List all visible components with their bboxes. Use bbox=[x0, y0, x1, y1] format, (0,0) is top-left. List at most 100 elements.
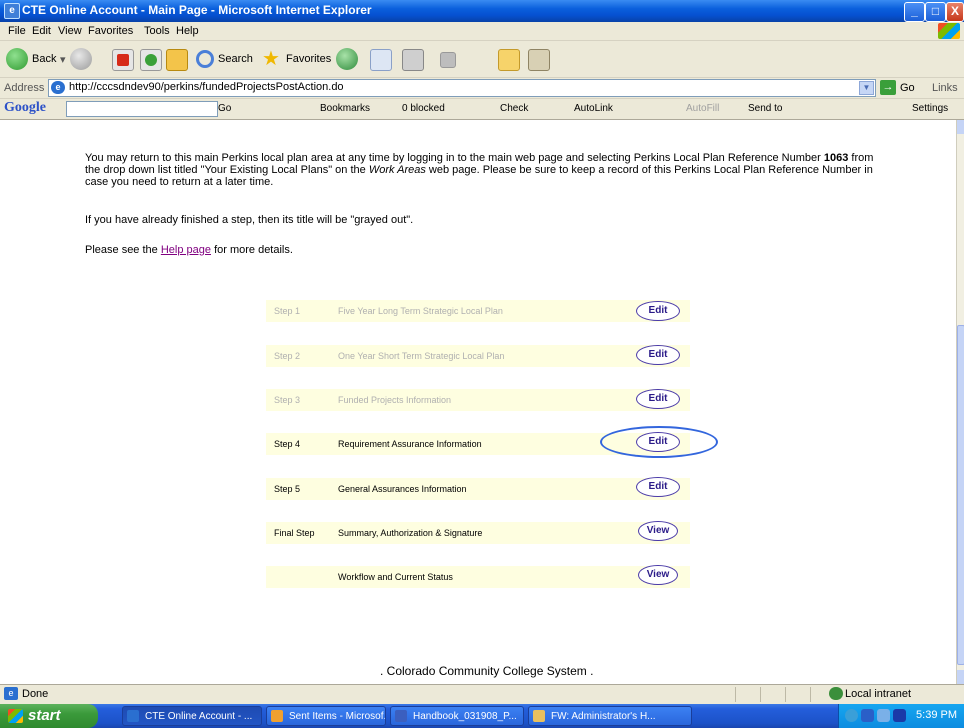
taskbar-item-word[interactable]: Handbook_031908_P... bbox=[390, 706, 524, 726]
status-divider bbox=[735, 687, 736, 702]
forward-icon[interactable] bbox=[70, 48, 92, 70]
step-number: Step 1 bbox=[274, 306, 301, 316]
google-go-button[interactable]: Go bbox=[218, 103, 231, 114]
print-icon[interactable] bbox=[402, 49, 424, 71]
step-title: Funded Projects Information bbox=[338, 395, 452, 405]
menu-view[interactable]: View bbox=[58, 25, 82, 37]
refresh-icon[interactable] bbox=[140, 49, 162, 71]
start-button[interactable]: start bbox=[0, 704, 98, 728]
title-bar: e CTE Online Account - Main Page - Micro… bbox=[0, 0, 964, 22]
final-step-view-button[interactable]: View bbox=[638, 521, 678, 541]
google-toolbar: Google Go Bookmarks 0 blocked Check Auto… bbox=[0, 99, 964, 120]
google-logo[interactable]: Google bbox=[4, 100, 46, 116]
folder-icon[interactable] bbox=[498, 49, 520, 71]
step-2-edit-button[interactable]: Edit bbox=[636, 345, 680, 365]
step-title: General Assurances Information bbox=[338, 484, 467, 494]
menu-bar: File Edit View Favorites Tools Help bbox=[0, 22, 964, 41]
ie-app-icon: e bbox=[4, 3, 20, 19]
history-icon[interactable] bbox=[336, 48, 358, 70]
taskbar-item-outlook[interactable]: Sent Items - Microsof... bbox=[266, 706, 386, 726]
step-5-edit-button[interactable]: Edit bbox=[636, 477, 680, 497]
tray-arrow-icon[interactable] bbox=[845, 709, 858, 722]
edit-icon[interactable] bbox=[440, 52, 456, 68]
step-number: Step 2 bbox=[274, 351, 301, 361]
task-label: Handbook_031908_P... bbox=[413, 711, 517, 722]
autofill-button[interactable]: AutoFill bbox=[686, 103, 719, 114]
status-divider bbox=[810, 687, 811, 702]
step-title: Requirement Assurance Information bbox=[338, 439, 482, 449]
back-dropdown-icon[interactable]: ▾ bbox=[60, 53, 66, 66]
send-to-button[interactable]: Send to bbox=[748, 103, 782, 114]
research-icon[interactable] bbox=[528, 49, 550, 71]
step-row: Step 3 Funded Projects Information bbox=[266, 389, 690, 411]
links-button[interactable]: Links bbox=[932, 82, 958, 94]
ie-icon bbox=[127, 710, 139, 722]
step-title: Summary, Authorization & Signature bbox=[338, 528, 483, 538]
go-button[interactable]: Go bbox=[900, 82, 915, 94]
menu-favorites[interactable]: Favorites bbox=[88, 25, 133, 37]
intro-text: You may return to this main Perkins loca… bbox=[85, 152, 821, 164]
search-button-label[interactable]: Search bbox=[218, 53, 253, 65]
favorites-button-label[interactable]: Favorites bbox=[286, 53, 331, 65]
vertical-scrollbar[interactable] bbox=[956, 120, 964, 684]
step-row: Step 2 One Year Short Term Strategic Loc… bbox=[266, 345, 690, 367]
network-icon[interactable] bbox=[861, 709, 874, 722]
page-content: You may return to this main Perkins loca… bbox=[0, 120, 956, 684]
step-number: Step 4 bbox=[274, 439, 301, 449]
intranet-zone-icon bbox=[829, 687, 843, 700]
tray-app-icon[interactable] bbox=[877, 709, 890, 722]
stop-icon[interactable] bbox=[112, 49, 134, 71]
grayed-out-note: If you have already finished a step, the… bbox=[85, 214, 414, 226]
search-icon[interactable] bbox=[196, 50, 214, 68]
step-row: Step 1 Five Year Long Term Strategic Loc… bbox=[266, 300, 690, 322]
taskbar-item-email[interactable]: FW: Administrator's H... bbox=[528, 706, 692, 726]
address-url[interactable]: http://cccsdndev90/perkins/fundedProject… bbox=[69, 81, 344, 93]
home-icon[interactable] bbox=[166, 49, 188, 71]
scroll-up-icon[interactable] bbox=[957, 120, 964, 134]
step-row: Step 5 General Assurances Information bbox=[266, 478, 690, 500]
taskbar-item-ie[interactable]: CTE Online Account - ... bbox=[122, 706, 262, 726]
maximize-button[interactable]: □ bbox=[925, 2, 946, 22]
mail-icon[interactable] bbox=[370, 49, 392, 71]
scroll-thumb[interactable] bbox=[957, 325, 964, 665]
back-button-label[interactable]: Back bbox=[32, 53, 56, 65]
address-input[interactable]: e http://cccsdndev90/perkins/fundedProje… bbox=[48, 79, 876, 97]
go-arrow-icon[interactable]: → bbox=[880, 80, 896, 95]
intro-paragraph: You may return to this main Perkins loca… bbox=[85, 152, 885, 188]
back-icon[interactable] bbox=[6, 48, 28, 70]
status-divider bbox=[760, 687, 761, 702]
page-done-icon: e bbox=[4, 687, 18, 700]
scroll-down-icon[interactable] bbox=[957, 670, 964, 684]
settings-button[interactable]: Settings bbox=[912, 103, 948, 114]
clock[interactable]: 5:39 PM bbox=[916, 709, 957, 721]
step-1-edit-button[interactable]: Edit bbox=[636, 301, 680, 321]
workflow-view-button[interactable]: View bbox=[638, 565, 678, 585]
address-dropdown-icon[interactable]: ▼ bbox=[859, 81, 874, 95]
step-title: Five Year Long Term Strategic Local Plan bbox=[338, 306, 503, 316]
favorites-star-icon[interactable]: ★ bbox=[262, 49, 280, 69]
help-prefix: Please see the bbox=[85, 244, 158, 256]
spell-check-button[interactable]: Check bbox=[500, 103, 528, 114]
menu-help[interactable]: Help bbox=[176, 25, 199, 37]
taskbar: start CTE Online Account - ... Sent Item… bbox=[0, 704, 964, 728]
popup-blocked-indicator[interactable]: 0 blocked bbox=[402, 103, 445, 114]
outlook-icon bbox=[271, 710, 283, 722]
word-icon bbox=[395, 710, 407, 722]
step-3-edit-button[interactable]: Edit bbox=[636, 389, 680, 409]
help-page-link[interactable]: Help page bbox=[161, 244, 211, 256]
menu-file[interactable]: File bbox=[8, 25, 26, 37]
window-title: CTE Online Account - Main Page - Microso… bbox=[22, 3, 372, 17]
autolink-button[interactable]: AutoLink bbox=[574, 103, 613, 114]
media-icon[interactable] bbox=[893, 709, 906, 722]
menu-tools[interactable]: Tools bbox=[144, 25, 170, 37]
close-button[interactable]: X bbox=[946, 2, 964, 22]
google-search-input[interactable] bbox=[66, 101, 218, 117]
minimize-button[interactable]: _ bbox=[904, 2, 925, 22]
security-zone: Local intranet bbox=[845, 688, 912, 700]
reference-number: 1063 bbox=[823, 152, 849, 164]
page-footer: . Colorado Community College System . bbox=[380, 664, 594, 678]
step-number: Final Step bbox=[274, 528, 315, 538]
menu-edit[interactable]: Edit bbox=[32, 25, 51, 37]
help-paragraph: Please see the Help page for more detail… bbox=[85, 244, 885, 256]
bookmarks-button[interactable]: Bookmarks bbox=[320, 103, 370, 114]
